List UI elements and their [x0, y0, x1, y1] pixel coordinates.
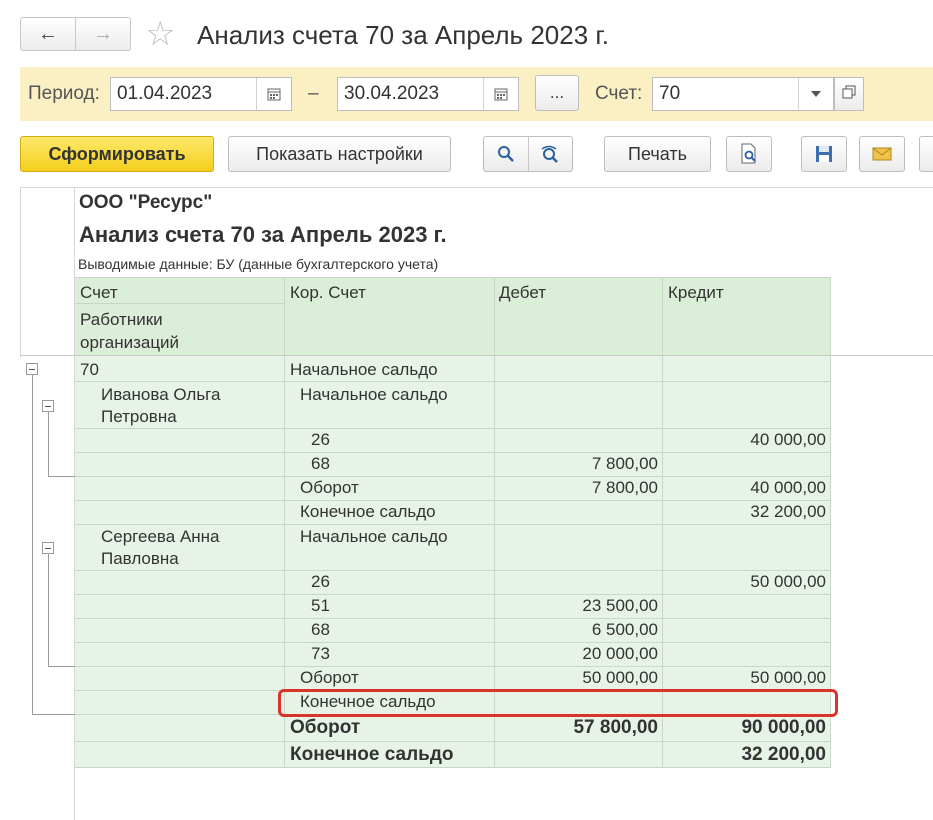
row-credit: 50 000,00	[750, 668, 826, 687]
open-link-icon	[842, 84, 856, 104]
total-turnover-label: Оборот	[290, 717, 361, 738]
total-credit: 90 000,00	[741, 717, 826, 738]
generate-button[interactable]: Сформировать	[20, 136, 214, 172]
account-value: 70	[659, 83, 681, 104]
row-debit: 7 800,00	[591, 454, 658, 473]
row-debit: 50 000,00	[582, 668, 658, 687]
save-icon	[816, 146, 832, 162]
row-cor-account: Оборот	[300, 478, 359, 497]
row-cor-account: Начальное сальдо	[290, 360, 438, 379]
window-title: Анализ счета 70 за Апрель 2023 г.	[197, 20, 609, 50]
search-group	[483, 136, 573, 172]
row-account: 70	[80, 360, 99, 379]
open-account-button[interactable]	[834, 77, 864, 111]
row-employee-name-2: Петровна	[101, 407, 177, 426]
row-cor-account: 26	[311, 572, 330, 591]
total-closing-balance-credit: 32 200,00	[741, 744, 826, 765]
envelope-icon	[872, 147, 892, 161]
arrow-left-icon: ←	[38, 22, 58, 45]
period-from-value: 01.04.2023	[117, 83, 213, 104]
row-cor-account: Оборот	[300, 668, 359, 687]
account-label: Счет:	[595, 83, 643, 104]
print-preview-icon	[741, 143, 756, 164]
row-debit: 6 500,00	[591, 620, 658, 639]
send-email-button[interactable]	[859, 136, 905, 172]
period-dash: –	[308, 83, 319, 104]
row-credit: 40 000,00	[750, 430, 826, 449]
row-employee-name-2: Павловна	[101, 549, 179, 568]
row-debit: 23 500,00	[582, 596, 658, 615]
total-closing-balance-label: Конечное сальдо	[290, 744, 454, 765]
period-to-field[interactable]: 30.04.2023	[337, 77, 519, 111]
preview-button[interactable]	[726, 136, 772, 172]
account-field[interactable]: 70	[652, 77, 834, 111]
collapse-70-icon[interactable]	[26, 363, 38, 375]
header-employees-1: Работники	[80, 310, 163, 329]
dropdown-arrow-icon[interactable]	[798, 78, 833, 110]
search-next-icon	[541, 145, 559, 163]
row-cor-account: 73	[311, 644, 330, 663]
period-to-value: 30.04.2023	[344, 83, 440, 104]
row-cor-account: 26	[311, 430, 330, 449]
row-employee-name: Сергеева Анна	[101, 527, 220, 546]
show-settings-button[interactable]: Показать настройки	[228, 136, 451, 172]
row-cor-account: Конечное сальдо	[300, 502, 436, 521]
more-button[interactable]	[919, 136, 933, 172]
row-credit: 40 000,00	[750, 478, 826, 497]
header-debit: Дебет	[499, 283, 546, 302]
forward-button[interactable]: →	[75, 18, 130, 50]
row-cor-account: Начальное сальдо	[300, 385, 448, 404]
header-employees-2: организаций	[80, 333, 180, 352]
row-debit: 20 000,00	[582, 644, 658, 663]
row-cor-account: 68	[311, 454, 330, 473]
collapse-ivanova-icon[interactable]	[42, 400, 54, 412]
report-left-border	[20, 187, 21, 357]
report-output-data: Выводимые данные: БУ (данные бухгалтерск…	[78, 256, 439, 272]
report-organization: ООО "Ресурс"	[79, 192, 213, 213]
row-cor-account: 51	[311, 596, 330, 615]
row-employee-name: Иванова Ольга	[101, 385, 221, 404]
navigation-buttons: ← →	[20, 17, 131, 51]
report-title: Анализ счета 70 за Апрель 2023 г.	[79, 222, 447, 247]
print-button[interactable]: Печать	[604, 136, 711, 172]
collapse-sergeeva-icon[interactable]	[42, 542, 54, 554]
report-top-border	[20, 187, 933, 188]
search-icon	[497, 146, 514, 162]
row-credit: 32 200,00	[750, 502, 826, 521]
back-button[interactable]: ←	[21, 18, 75, 50]
highlight-frame	[278, 689, 838, 717]
row-credit: 50 000,00	[750, 572, 826, 591]
header-cor-account: Кор. Счет	[290, 283, 366, 302]
save-button[interactable]	[801, 136, 847, 172]
row-cor-account: 68	[311, 620, 330, 639]
favorite-star-icon[interactable]: ☆	[145, 16, 175, 52]
period-select-button[interactable]: ...	[535, 75, 579, 111]
total-debit: 57 800,00	[573, 717, 658, 738]
search-next-button[interactable]	[529, 137, 573, 171]
arrow-right-icon: →	[93, 22, 113, 45]
calendar-icon[interactable]	[256, 78, 291, 110]
row-debit: 7 800,00	[591, 478, 658, 497]
search-button[interactable]	[484, 137, 529, 171]
header-credit: Кредит	[668, 283, 724, 302]
calendar-icon[interactable]	[483, 78, 518, 110]
period-label: Период:	[28, 83, 100, 104]
row-cor-account: Начальное сальдо	[300, 527, 448, 546]
header-account: Счет	[80, 283, 118, 302]
period-from-field[interactable]: 01.04.2023	[110, 77, 292, 111]
